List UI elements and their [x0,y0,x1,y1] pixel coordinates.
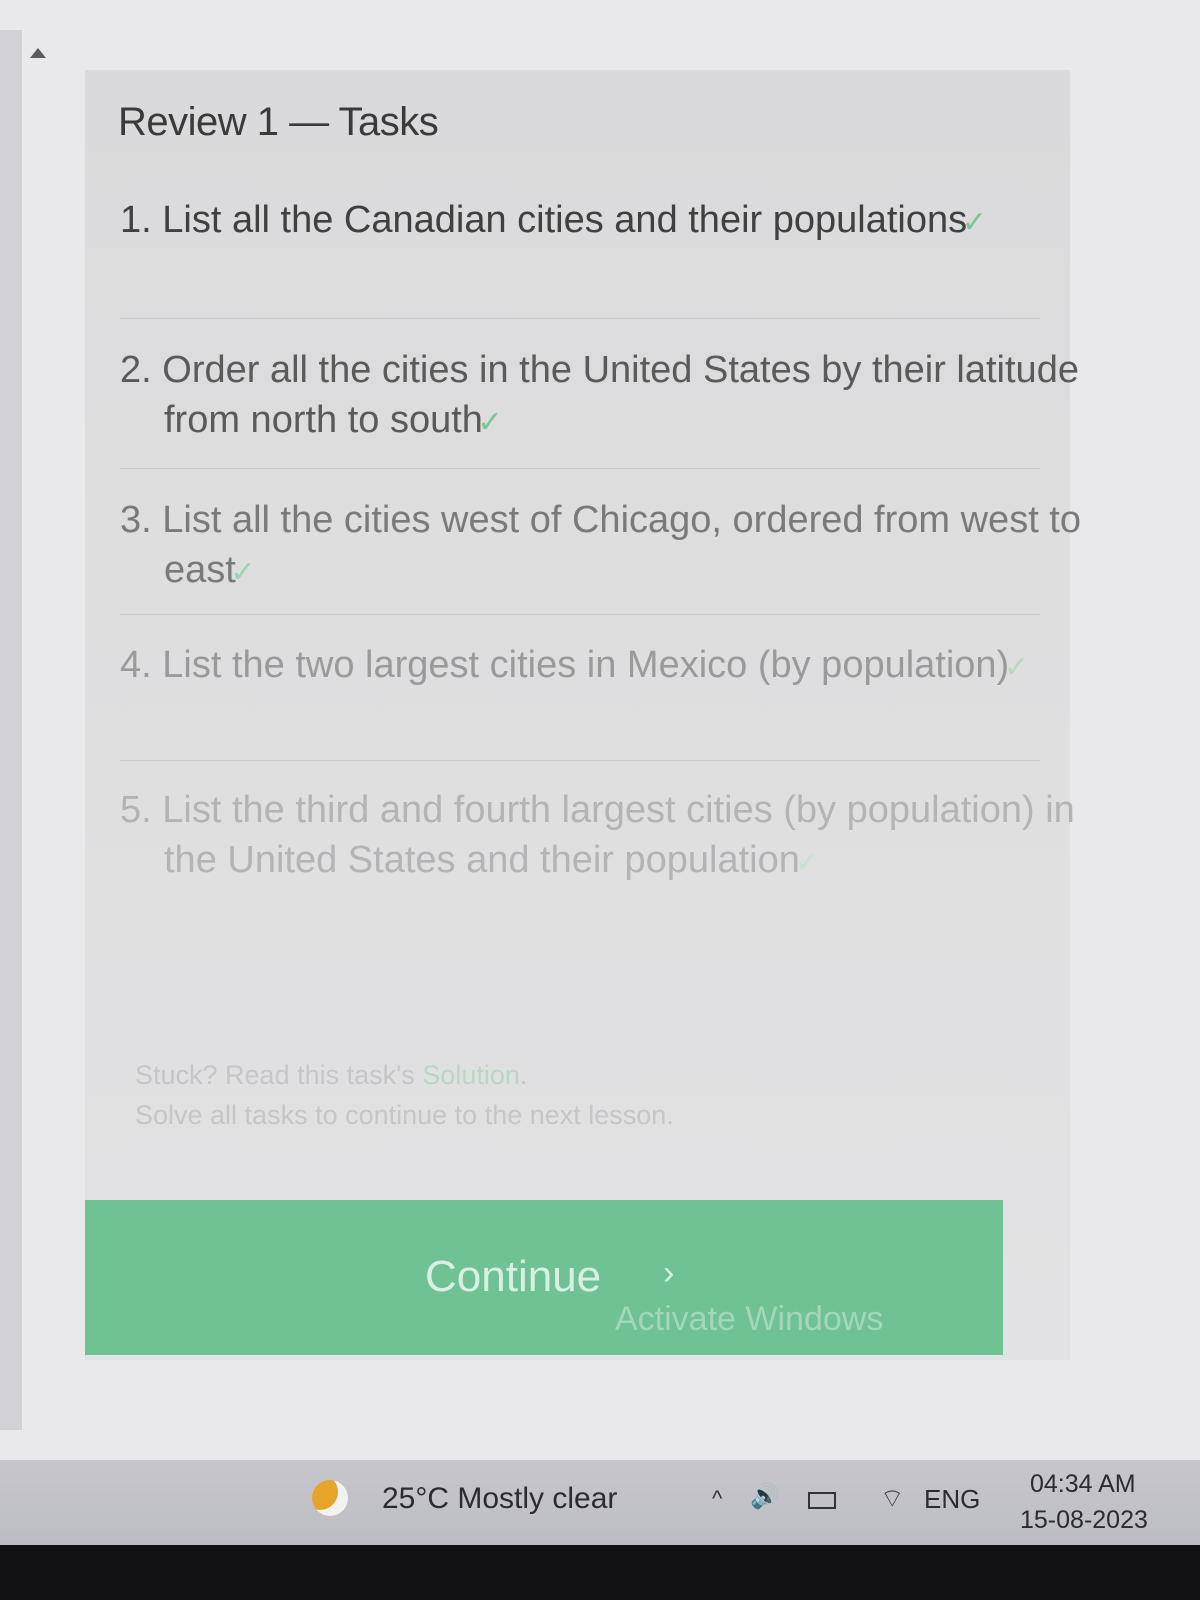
weather-widget[interactable]: 25°C Mostly clear [382,1482,617,1516]
task-text: List all the cities west of Chicago, ord… [162,499,1082,591]
taskbar: 25°C Mostly clear ^ 🔊 ⌔ ENG 04:34 AM 15-… [0,1460,1200,1545]
divider [120,468,1040,469]
tasks-panel [85,70,1070,1360]
monitor-bezel [0,1545,1200,1600]
divider [120,760,1040,761]
task-item-3: 3. List all the cities west of Chicago, … [120,499,1082,591]
activate-windows-watermark: Activate Windows [615,1300,884,1338]
scroll-up-arrow-icon[interactable] [30,48,46,58]
task-number: 2. [120,349,152,391]
continue-label: Continue [425,1252,602,1301]
task-number: 5. [120,789,152,831]
task-number: 4. [120,644,152,686]
solution-link[interactable]: Solution [422,1060,520,1090]
task-item-4: 4. List the two largest cities in Mexico… [120,644,1029,686]
stuck-line: Stuck? Read this task's Solution. [135,1055,674,1095]
clock-date[interactable]: 15-08-2023 [1020,1506,1148,1535]
task-text: List all the Canadian cities and their p… [162,199,968,241]
stuck-suffix: . [519,1060,528,1090]
show-hidden-icons-icon[interactable]: ^ [712,1486,722,1512]
task-item-2: 2. Order all the cities in the United St… [120,349,1079,441]
task-text: Order all the cities in the United State… [162,349,1079,441]
volume-icon[interactable]: 🔊 [750,1482,780,1511]
task-text: List the third and fourth largest cities… [162,789,1075,881]
task-text: List the two largest cities in Mexico (b… [162,644,1010,686]
continue-button[interactable]: Continue › Activate Windows [85,1200,1003,1355]
stuck-prefix: Stuck? Read this task's [135,1060,423,1090]
divider [120,614,1040,615]
task-item-5: 5. List the third and fourth largest cit… [120,789,1075,881]
page-title: Review 1 — Tasks [118,100,439,144]
solve-all-notice: Solve all tasks to continue to the next … [135,1100,674,1130]
weather-moon-icon[interactable] [312,1480,348,1516]
left-scrollbar[interactable] [0,30,22,1430]
help-text: Stuck? Read this task's Solution. Solve … [135,1055,674,1135]
task-number: 3. [120,499,152,541]
task-number: 1. [120,199,152,241]
clock-time[interactable]: 04:34 AM [1030,1470,1136,1499]
divider [120,318,1040,319]
task-item-1: 1. List all the Canadian cities and thei… [120,199,987,241]
wifi-icon[interactable]: ⌔ [880,1482,904,1515]
screen: Review 1 — Tasks 1. List all the Canadia… [0,0,1200,1460]
battery-icon[interactable] [808,1492,836,1509]
chevron-right-icon: › [663,1254,675,1292]
language-indicator[interactable]: ENG [924,1484,980,1515]
